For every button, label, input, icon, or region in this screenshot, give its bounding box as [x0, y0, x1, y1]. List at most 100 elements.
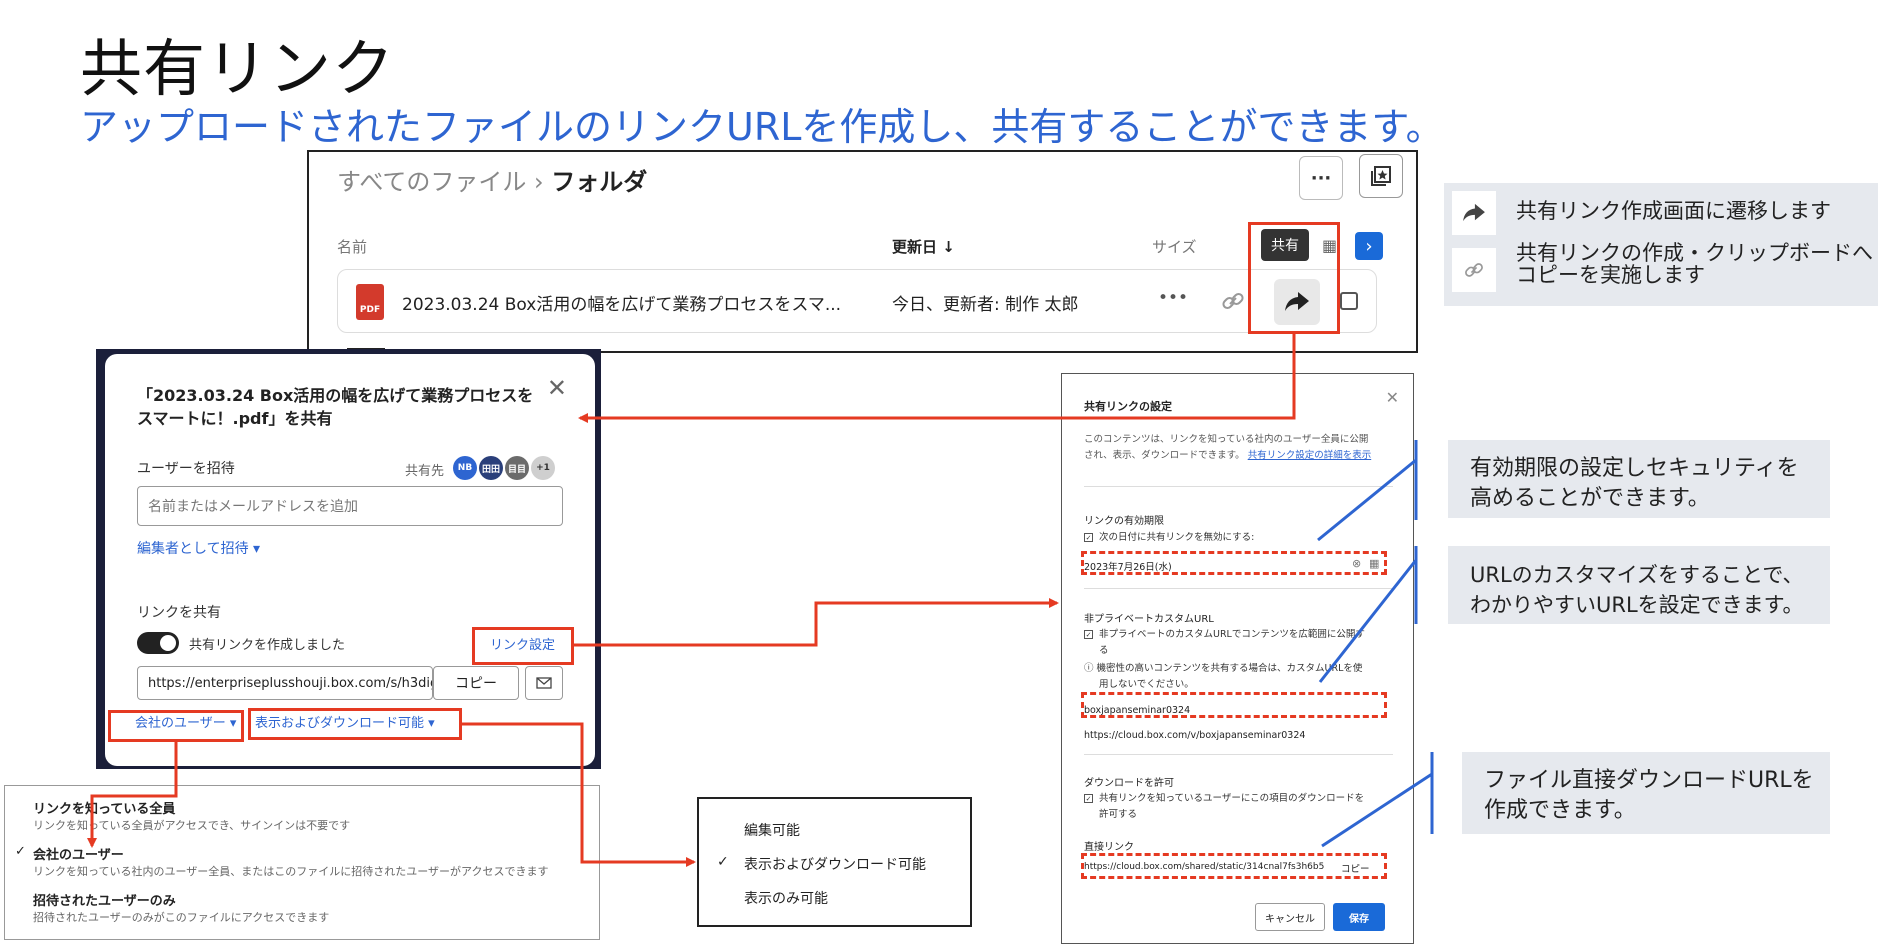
- check-icon: ✓: [15, 844, 26, 859]
- breadcrumb-root[interactable]: すべてのファイル: [337, 168, 526, 196]
- expand-sidebar-button[interactable]: ›: [1355, 232, 1383, 260]
- column-updated[interactable]: 更新日 ↓: [892, 236, 955, 257]
- audience-option-desc: リンクを知っている社内のユーザー全員、またはこのファイルに招待されたユーザーがア…: [33, 865, 549, 878]
- avatar[interactable]: 田田: [479, 456, 503, 480]
- permission-option[interactable]: 表示のみ可能: [744, 888, 828, 908]
- audience-highlight: [108, 710, 244, 742]
- download-checkbox[interactable]: ✓ 共有リンクを知っているユーザーにこの項目のダウンロードを: [1084, 791, 1364, 806]
- slide-title: 共有リンク: [80, 32, 396, 105]
- audience-option-desc: 招待されたユーザーのみがこのファイルにアクセスできます: [33, 911, 330, 924]
- file-updated: 今日、更新者: 制作 太郎: [892, 295, 1079, 315]
- permission-option[interactable]: 編集可能: [744, 820, 800, 840]
- more-options-button[interactable]: ···: [1299, 156, 1343, 200]
- annotation-direct-line-2: 作成できます。: [1484, 798, 1636, 823]
- pdf-file-icon: PDF: [356, 284, 384, 320]
- direct-link-title: 直接リンク: [1084, 842, 1134, 853]
- invite-label: ユーザーを招待: [137, 461, 235, 477]
- breadcrumb-separator: ›: [534, 168, 544, 196]
- annotation-custom-line-2: わかりやすいURLを設定できます。: [1470, 593, 1804, 617]
- row-checkbox[interactable]: [1340, 292, 1358, 310]
- column-name[interactable]: 名前: [337, 236, 367, 257]
- cancel-button[interactable]: キャンセル: [1255, 903, 1325, 931]
- audience-menu: リンクを知っている全員 リンクを知っている全員がアクセスでき、サインインは不要で…: [4, 785, 600, 940]
- settings-intro-2: され、表示、ダウンロードできます。: [1084, 450, 1245, 461]
- breadcrumb: すべてのファイル › フォルダ: [337, 162, 647, 197]
- custom-url-checkbox[interactable]: ✓ 非プライベートのカスタムURLでコンテンツを広範囲に公開す: [1084, 627, 1365, 642]
- divider: [1084, 588, 1393, 589]
- annotation-expiry-line-1: 有効期限の設定しセキュリティを: [1470, 456, 1799, 481]
- email-button[interactable]: [525, 666, 563, 700]
- settings-details-link[interactable]: 共有リンク設定の詳細を表示: [1248, 450, 1372, 461]
- invite-role-dropdown[interactable]: 編集者として招待 ▾: [137, 538, 260, 558]
- audience-option-title[interactable]: 招待されたユーザーのみ: [33, 890, 176, 909]
- check-icon: ✓: [717, 854, 729, 870]
- custom-url-check-label: 非プライベートのカスタムURLでコンテンツを広範囲に公開す: [1099, 629, 1365, 640]
- row-more-button[interactable]: •••: [1158, 288, 1188, 308]
- avatar-more[interactable]: +1: [531, 456, 555, 480]
- checkbox-checked-icon: ✓: [1084, 794, 1093, 803]
- file-row[interactable]: PDF 2023.03.24 Box活用の幅を広げて業務プロセスをスマ... 今…: [337, 269, 1377, 333]
- save-button[interactable]: 保存: [1333, 903, 1385, 931]
- audience-option-desc: リンクを知っている全員がアクセスでき、サインインは不要です: [33, 819, 351, 832]
- file-name[interactable]: 2023.03.24 Box活用の幅を広げて業務プロセスをスマ...: [402, 290, 841, 315]
- share-link-toggle[interactable]: [137, 632, 179, 654]
- share-link-url[interactable]: https://enterpriseplusshouji.box.com/s/h…: [137, 666, 433, 700]
- arrow-settings-to-panel: [574, 598, 1059, 647]
- custom-url-highlight: [1081, 692, 1387, 718]
- download-check-label: 共有リンクを知っているユーザーにこの項目のダウンロードを: [1099, 793, 1365, 804]
- link-icon[interactable]: [1220, 288, 1246, 318]
- expiry-highlight: [1081, 551, 1387, 575]
- annotation-direct-link: ファイル直接ダウンロードURLを 作成できます。: [1462, 752, 1830, 834]
- expiry-title: リンクの有効期限: [1084, 516, 1164, 527]
- expiry-check-label: 次の日付に共有リンクを無効にする:: [1099, 532, 1255, 543]
- share-highlight: [1248, 222, 1340, 334]
- avatar[interactable]: 目目: [505, 456, 529, 480]
- custom-url-warning-2: 用しないでください。: [1099, 679, 1194, 690]
- download-check-label-2: 許可する: [1099, 809, 1138, 820]
- permission-option[interactable]: 表示およびダウンロード可能: [744, 854, 926, 874]
- column-size[interactable]: サイズ: [1152, 236, 1197, 257]
- mail-icon: [536, 677, 552, 689]
- copy-button[interactable]: コピー: [433, 666, 519, 700]
- share-link-label: リンクを共有: [137, 605, 221, 621]
- settings-title: 共有リンクの設定: [1084, 400, 1172, 413]
- divider: [1084, 754, 1393, 755]
- shared-with-label: 共有先: [405, 464, 445, 479]
- share-arrow-icon: [1452, 191, 1496, 235]
- annotation-custom-url: URLのカスタマイズをすることで、 わかりやすいURLを設定できます。: [1448, 546, 1830, 624]
- expiry-checkbox[interactable]: ✓ 次の日付に共有リンクを無効にする:: [1084, 530, 1254, 545]
- permission-highlight: [248, 708, 462, 740]
- checkbox-checked-icon: ✓: [1084, 630, 1093, 639]
- annotation-direct-line-1: ファイル直接ダウンロードURLを: [1484, 768, 1814, 793]
- share-dialog: 「2023.03.24 Box活用の幅を広げて業務プロセスをスマートに！.pdf…: [105, 354, 595, 766]
- star-box-icon: [1371, 166, 1391, 186]
- close-icon[interactable]: ✕: [547, 374, 567, 402]
- slide-subtitle: アップロードされたファイルのリンクURLを作成し、共有することができます。: [80, 105, 1444, 149]
- invite-input[interactable]: 名前またはメールアドレスを追加: [137, 486, 563, 526]
- annotation-custom-line-1: URLのカスタマイズをすることで、: [1470, 563, 1804, 587]
- avatar[interactable]: NB: [453, 456, 477, 480]
- link-settings-highlight: [472, 627, 574, 665]
- breadcrumb-current: フォルダ: [551, 168, 648, 196]
- settings-intro: され、表示、ダウンロードできます。 共有リンク設定の詳細を表示: [1084, 448, 1371, 464]
- divider: [1084, 486, 1393, 487]
- link-created-text: 共有リンクを作成しました: [189, 638, 346, 653]
- audience-option-title[interactable]: 会社のユーザー: [33, 844, 124, 863]
- permission-menu: 編集可能 ✓ 表示およびダウンロード可能 表示のみ可能: [697, 797, 972, 927]
- note-link-text-1: 共有リンクの作成・クリップボードへ: [1516, 241, 1873, 265]
- close-icon[interactable]: ✕: [1386, 388, 1399, 407]
- link-icon: [1452, 248, 1496, 292]
- notes-panel: 共有リンク作成画面に遷移します 共有リンクの作成・クリップボードへ コピーを実施…: [1444, 183, 1878, 306]
- favorite-collection-button[interactable]: [1359, 154, 1403, 198]
- note-link-text-2: コピーを実施します: [1516, 263, 1705, 287]
- note-share-text: 共有リンク作成画面に遷移します: [1516, 199, 1831, 223]
- settings-intro-1: このコンテンツは、リンクを知っている社内のユーザー全員に公開: [1084, 434, 1369, 445]
- direct-link-highlight: [1081, 853, 1387, 879]
- download-title: ダウンロードを許可: [1084, 778, 1174, 789]
- dialog-title: 「2023.03.24 Box活用の幅を広げて業務プロセスをスマートに！.pdf…: [137, 386, 534, 428]
- custom-url-title: 非プライベートカスタムURL: [1084, 614, 1214, 625]
- annotation-expiry-line-2: 高めることができます。: [1470, 486, 1710, 511]
- custom-url-full: https://cloud.box.com/v/boxjapanseminar0…: [1084, 730, 1306, 741]
- custom-url-warning-1: ⓘ 機密性の高いコンテンツを共有する場合は、カスタムURLを使: [1084, 663, 1363, 674]
- audience-option-title[interactable]: リンクを知っている全員: [33, 798, 175, 817]
